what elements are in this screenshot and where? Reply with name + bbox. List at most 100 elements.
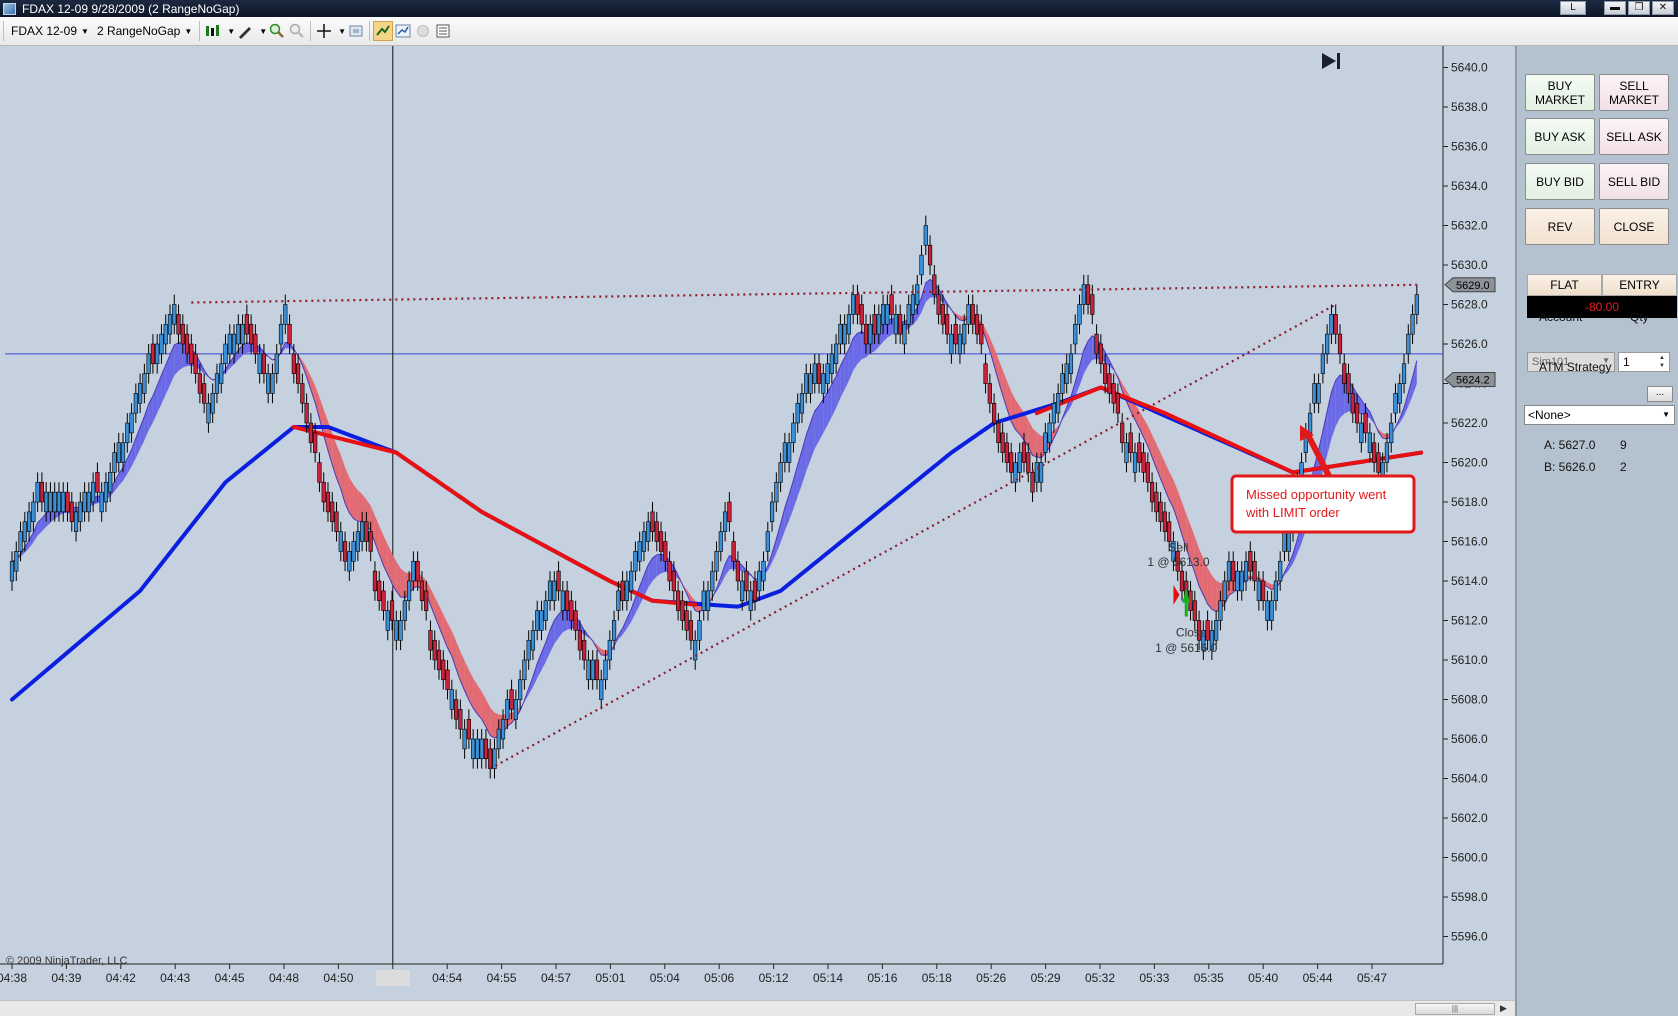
candle-body xyxy=(1354,402,1360,424)
strategy-icon[interactable] xyxy=(373,21,394,41)
disabled-circle-icon[interactable] xyxy=(413,21,433,41)
candle-body xyxy=(667,560,672,582)
qty-input[interactable]: 1 ▲ ▼ xyxy=(1618,352,1670,372)
candle-body xyxy=(1397,383,1402,404)
price-tick-label: 5612.0 xyxy=(1451,614,1488,628)
scroll-right-icon[interactable]: ▶ xyxy=(1500,1003,1507,1014)
horizontal-scrollbar[interactable]: ||| ▶ xyxy=(0,1000,1515,1016)
candle-body xyxy=(155,343,160,365)
candle-body xyxy=(1081,284,1086,305)
candle-body xyxy=(1179,570,1185,592)
execution-sell-label: Sell xyxy=(1168,540,1188,554)
candle-body xyxy=(381,590,386,611)
close-window-button[interactable]: ✕ xyxy=(1652,1,1674,15)
price-tick-label: 5600.0 xyxy=(1451,851,1488,865)
crosshair-icon[interactable] xyxy=(314,21,334,41)
candle-body xyxy=(249,323,254,345)
time-tick-label: 04:57 xyxy=(541,971,571,985)
chevron-down-icon[interactable]: ▼ xyxy=(259,27,267,36)
price-tick-label: 5596.0 xyxy=(1451,930,1488,944)
candle-body xyxy=(556,570,561,592)
candle-body xyxy=(1222,580,1227,602)
price-tick-label: 5634.0 xyxy=(1451,179,1488,193)
buy-ask-button[interactable]: BUY ASK xyxy=(1525,118,1595,155)
properties-icon[interactable] xyxy=(433,21,453,41)
ma-ribbon-segment xyxy=(178,342,183,371)
sell-ask-button[interactable]: SELL ASK xyxy=(1599,118,1669,155)
buy-market-button[interactable]: BUY MARKET xyxy=(1525,74,1595,111)
candle-body xyxy=(509,689,514,710)
candle-body xyxy=(125,422,130,444)
buy-bid-button[interactable]: BUY BID xyxy=(1525,163,1595,200)
candle-body xyxy=(1252,560,1257,582)
candle-body xyxy=(1132,452,1138,473)
candle-body xyxy=(1094,333,1099,355)
plot-area xyxy=(0,46,1443,1000)
time-tick-label: 05:04 xyxy=(650,971,680,985)
sell-market-button[interactable]: SELL MARKET xyxy=(1599,74,1669,111)
instrument-selector[interactable]: FDAX 12-09 ▼ xyxy=(7,20,93,42)
candle-body xyxy=(82,491,87,513)
candle-body xyxy=(957,333,963,355)
close-position-button[interactable]: CLOSE xyxy=(1599,208,1669,245)
atm-strategy-button[interactable]: ... xyxy=(1647,386,1673,402)
candle-body xyxy=(9,560,15,582)
candle-body xyxy=(1060,373,1065,394)
candle-body xyxy=(616,590,621,611)
candle-body xyxy=(688,620,694,641)
candle-body xyxy=(1389,422,1394,444)
price-chart[interactable]: 5640.0 5638.0 5636.0 5634.0 5632.0 5630.0 5628… xyxy=(0,46,1515,1016)
candle-body xyxy=(774,481,779,503)
indicator-icon[interactable] xyxy=(393,21,413,41)
time-tick-label: 05:33 xyxy=(1139,971,1169,985)
candle-body xyxy=(611,620,617,641)
candle-body xyxy=(227,333,232,355)
price-tick-label: 5638.0 xyxy=(1451,100,1488,114)
candle-body xyxy=(697,620,702,641)
zoom-out-icon[interactable] xyxy=(287,21,307,41)
candle-body xyxy=(1269,600,1274,621)
ma-ribbon-segment xyxy=(1036,432,1042,459)
draw-tool-icon[interactable] xyxy=(235,21,255,41)
restore-button[interactable]: ❐ xyxy=(1628,1,1650,15)
sell-bid-button[interactable]: SELL BID xyxy=(1599,163,1669,200)
chevron-down-icon[interactable]: ▼ xyxy=(227,27,235,36)
candle-body xyxy=(1111,383,1116,404)
reverse-button[interactable]: REV xyxy=(1525,208,1595,245)
link-button[interactable]: L xyxy=(1560,1,1586,15)
qty-stepper-icon[interactable]: ▲ ▼ xyxy=(1656,354,1668,370)
candle-body xyxy=(1192,600,1197,621)
chevron-down-icon[interactable]: ▼ xyxy=(338,27,346,36)
title-bar[interactable]: FDAX 12-09 9/28/2009 (2 RangeNoGap) L ▬ … xyxy=(0,0,1678,17)
minimize-button[interactable]: ▬ xyxy=(1604,1,1626,15)
period-selector[interactable]: 2 RangeNoGap ▼ xyxy=(93,20,196,42)
candle-body xyxy=(99,491,104,513)
candle-body xyxy=(748,590,753,611)
candle-body xyxy=(466,718,471,740)
zoom-in-icon[interactable] xyxy=(267,21,287,41)
bar-type-icon[interactable] xyxy=(203,21,223,41)
time-tick-label: 05:44 xyxy=(1303,971,1333,985)
chart-trader-panel: BUY MARKET SELL MARKET BUY ASK SELL ASK … xyxy=(1515,46,1678,1016)
ask-size: 9 xyxy=(1620,438,1627,452)
candle-body xyxy=(189,343,194,365)
chart-canvas[interactable]: 5640.0 5638.0 5636.0 5634.0 5632.0 5630.0 5628… xyxy=(0,46,1515,1000)
candle-body xyxy=(923,225,928,246)
price-tick-label: 5626.0 xyxy=(1451,337,1488,351)
candle-body xyxy=(1350,393,1355,414)
candle-body xyxy=(705,590,711,611)
execution-close-label: Close xyxy=(1176,625,1207,639)
price-tick-label: 5640.0 xyxy=(1451,61,1488,75)
scrollbar-thumb[interactable]: ||| xyxy=(1415,1003,1495,1015)
ma-ribbon-segment xyxy=(246,342,252,353)
candle-body xyxy=(1077,304,1082,325)
candle-body xyxy=(1282,531,1287,552)
snapshot-icon[interactable] xyxy=(346,21,366,41)
candle-body xyxy=(14,551,19,572)
candle-body xyxy=(372,570,378,592)
candle-body xyxy=(334,511,339,532)
price-tick-label: 5628.0 xyxy=(1451,298,1488,312)
atm-strategy-select[interactable]: <None> ▼ xyxy=(1524,405,1675,425)
candle-body xyxy=(752,580,758,602)
last-price-marker-label: 5629.0 xyxy=(1456,280,1490,292)
